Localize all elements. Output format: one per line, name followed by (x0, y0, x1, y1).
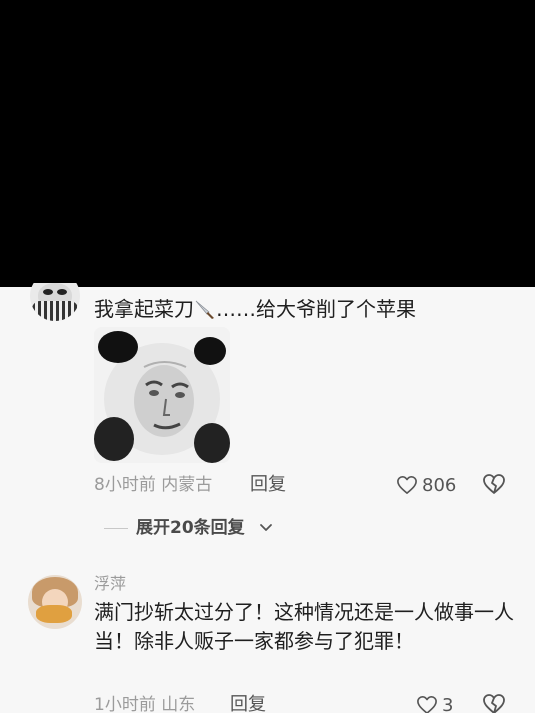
expand-replies-button[interactable]: 展开20条回复 (136, 516, 245, 540)
heart-icon (397, 476, 417, 494)
broken-heart-icon[interactable] (482, 693, 506, 713)
comment-text: 满门抄斩太过分了！这种情况还是一人做事一人当！除非人贩子一家都参与了犯罪！ (94, 600, 514, 653)
like-button[interactable]: 3 (416, 692, 453, 713)
broken-heart-icon[interactable] (482, 473, 506, 495)
video-player-area[interactable] (0, 0, 535, 287)
comment-text: 我拿起菜刀 ……给大爷削了个苹果 (94, 296, 416, 322)
like-count: 806 (422, 474, 457, 496)
knife-emoji-icon (195, 300, 214, 319)
username[interactable]: 浮萍 (94, 573, 126, 595)
comment-text-before: 我拿起菜刀 (94, 297, 194, 321)
reply-button[interactable]: 回复 (230, 693, 266, 713)
reply-button[interactable]: 回复 (250, 473, 286, 497)
like-button[interactable]: 806 (396, 472, 456, 498)
like-count: 3 (442, 694, 454, 713)
comment-screen: 我拿起菜刀 ……给大爷削了个苹果 8小时前 内蒙古 回复 806 展开20条回复… (0, 0, 535, 713)
panda-meme-sticker[interactable] (94, 327, 230, 463)
chevron-down-icon[interactable] (258, 520, 274, 536)
heart-icon (417, 696, 437, 713)
panda-meme-image (94, 327, 230, 463)
comment-text-after: ……给大爷削了个苹果 (216, 297, 416, 321)
comment-list[interactable]: 我拿起菜刀 ……给大爷削了个苹果 8小时前 内蒙古 回复 806 展开20条回复… (0, 283, 535, 713)
expand-divider (104, 528, 128, 529)
user-avatar[interactable] (30, 283, 80, 323)
user-avatar[interactable] (28, 575, 82, 629)
comment-time-location: 1小时前 山东 (94, 695, 196, 713)
comment-time-location: 8小时前 内蒙古 (94, 475, 213, 495)
